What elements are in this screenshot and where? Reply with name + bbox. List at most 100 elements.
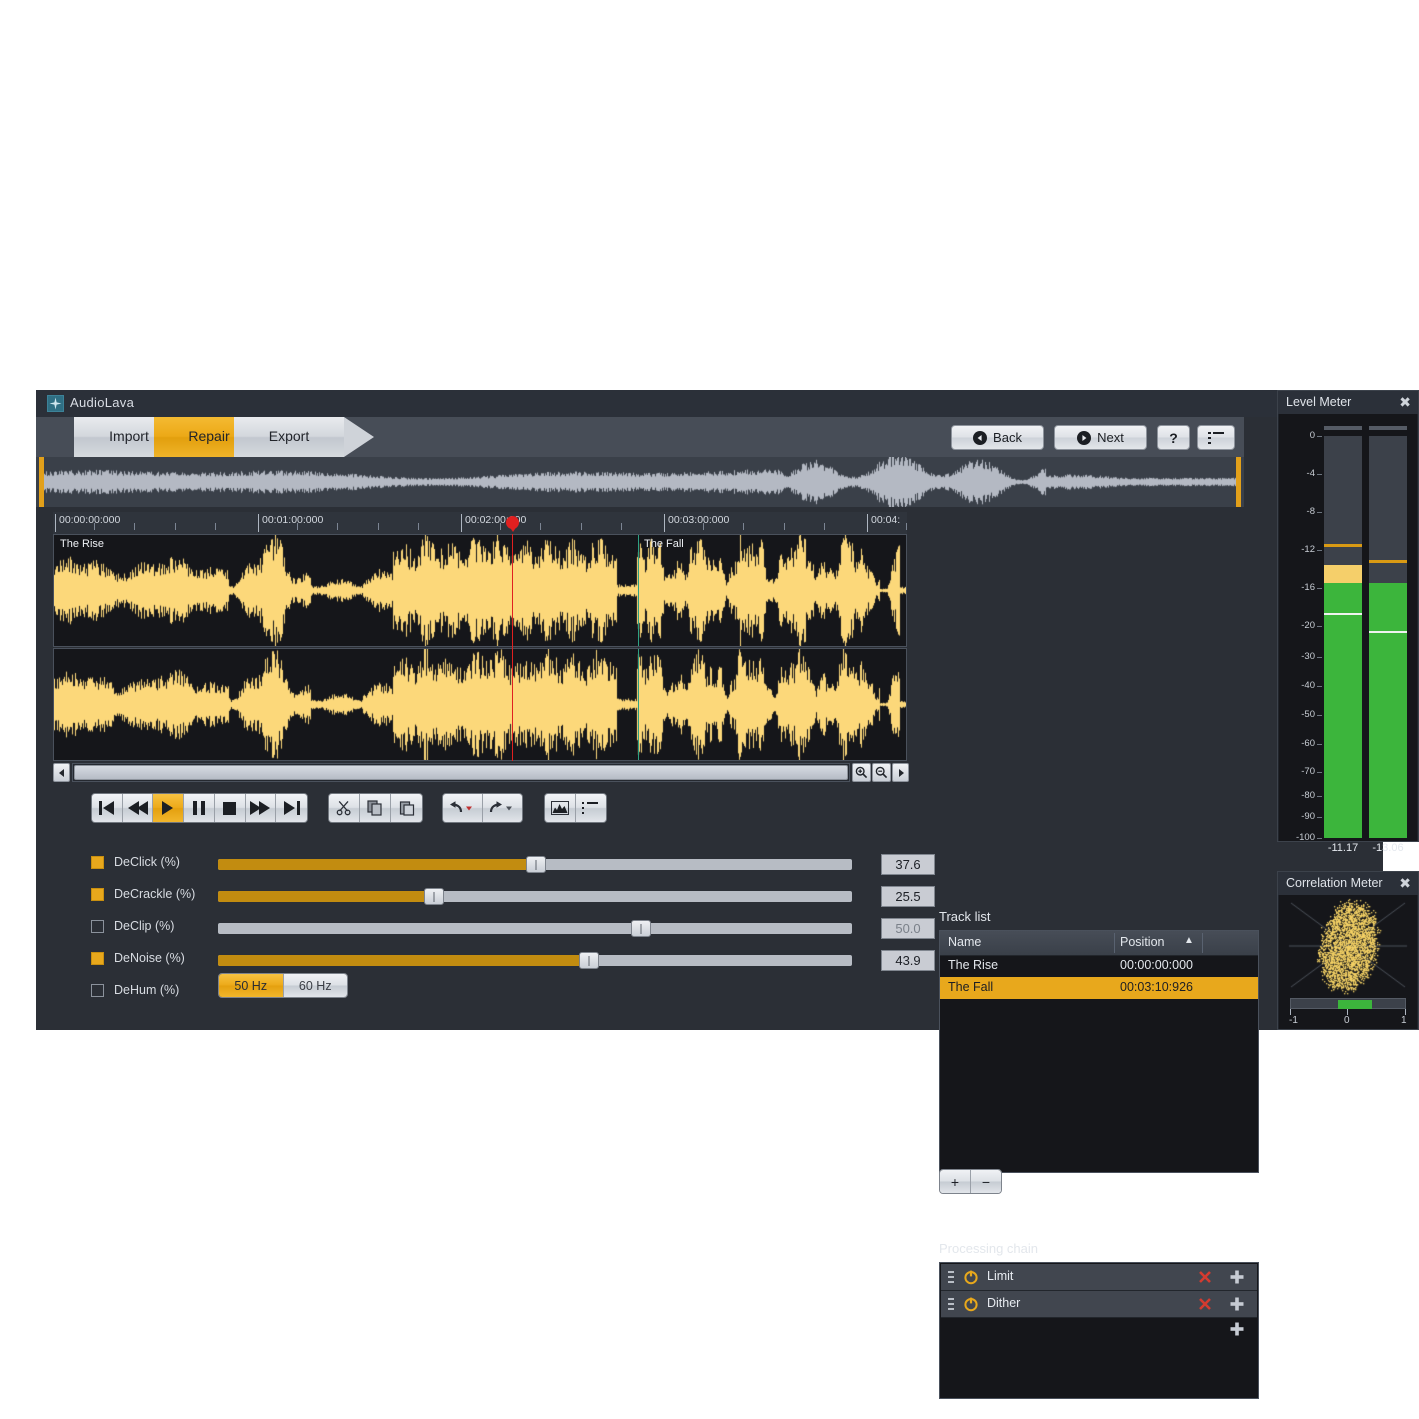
waveform-canvas-right bbox=[54, 649, 906, 760]
meter-scale-label: -40 bbox=[1301, 680, 1315, 691]
playhead[interactable] bbox=[512, 534, 513, 761]
skip-to-start-button[interactable] bbox=[92, 794, 123, 822]
waveform-view-button[interactable] bbox=[545, 794, 576, 822]
help-button-label: ? bbox=[1169, 429, 1178, 446]
play-icon bbox=[162, 801, 174, 815]
fast-forward-button[interactable] bbox=[245, 794, 277, 822]
level-meter-close-icon[interactable]: ✖ bbox=[1399, 394, 1411, 411]
close-x-icon[interactable] bbox=[1197, 1269, 1213, 1285]
add-track-button[interactable]: + bbox=[940, 1170, 970, 1193]
rewind-button[interactable] bbox=[122, 794, 154, 822]
correlation-meter-close-icon[interactable]: ✖ bbox=[1399, 875, 1411, 892]
waveform-canvas-left bbox=[54, 535, 906, 646]
overview-waveform[interactable] bbox=[36, 457, 1244, 507]
correlation-scale-min: -1 bbox=[1289, 1015, 1298, 1026]
slider-handle[interactable] bbox=[630, 920, 651, 937]
table-row[interactable]: The Rise 00:00:00:000 bbox=[940, 955, 1258, 977]
app-title: AudioLava bbox=[70, 395, 135, 410]
correlation-bar bbox=[1290, 998, 1406, 1009]
slider-track[interactable] bbox=[218, 888, 852, 905]
help-button[interactable]: ? bbox=[1157, 425, 1190, 450]
power-icon[interactable] bbox=[963, 1296, 979, 1312]
history-controls bbox=[442, 793, 523, 823]
overview-end-marker[interactable] bbox=[1236, 457, 1241, 507]
wizard-step-export[interactable]: Export bbox=[234, 417, 374, 457]
column-header-name[interactable]: Name bbox=[948, 935, 981, 949]
level-meter-body[interactable]: 0 -4 -8 -12 -16 -20 -30 -40 -50 -60 -70 -80 -90 -100 -… bbox=[1279, 414, 1417, 854]
processing-chain-title: Processing chain bbox=[939, 1241, 1038, 1256]
chevron-left-icon bbox=[973, 430, 988, 445]
track-list-panel: Name Position ▲ The Rise 00:00:00:000 Th… bbox=[939, 930, 1259, 1173]
table-row[interactable]: The Fall 00:03:10:926 bbox=[940, 977, 1258, 999]
meter-peak-hold bbox=[1369, 560, 1407, 564]
pause-button[interactable] bbox=[184, 794, 215, 822]
next-button[interactable]: Next bbox=[1054, 425, 1147, 450]
timeline-ruler[interactable]: 00:00:00:000 00:01:00:000 00:02:00:000 00:0… bbox=[53, 512, 907, 535]
scrollbar-track[interactable] bbox=[72, 763, 850, 782]
meter-level-fill bbox=[1324, 583, 1362, 838]
undo-button[interactable] bbox=[443, 794, 483, 822]
scrollbar-thumb[interactable] bbox=[74, 765, 848, 780]
horizontal-scrollbar[interactable] bbox=[53, 763, 909, 782]
paste-button[interactable] bbox=[391, 794, 422, 822]
slider-value[interactable]: 25.5 bbox=[881, 886, 935, 907]
plus-icon[interactable] bbox=[1229, 1269, 1245, 1285]
slider-handle[interactable] bbox=[579, 952, 600, 969]
close-x-icon[interactable] bbox=[1197, 1296, 1213, 1312]
add-effect-button[interactable] bbox=[1229, 1321, 1245, 1337]
slider-value[interactable]: 37.6 bbox=[881, 854, 935, 875]
waveform-channel-right[interactable] bbox=[53, 648, 907, 761]
play-button[interactable] bbox=[153, 794, 185, 822]
enable-checkbox[interactable] bbox=[91, 920, 104, 933]
copy-button[interactable] bbox=[360, 794, 391, 822]
slider-handle[interactable] bbox=[423, 888, 444, 905]
slider-track[interactable] bbox=[218, 856, 852, 873]
cut-button[interactable] bbox=[329, 794, 360, 822]
slider-track[interactable] bbox=[218, 920, 852, 937]
list-item[interactable]: Dither bbox=[941, 1291, 1257, 1318]
remove-track-button[interactable]: − bbox=[970, 1170, 1001, 1193]
column-header-position[interactable]: Position bbox=[1120, 935, 1164, 949]
slider-value[interactable]: 43.9 bbox=[881, 950, 935, 971]
pause-icon bbox=[193, 801, 206, 815]
meter-rms-line bbox=[1324, 612, 1362, 615]
slider-track[interactable] bbox=[218, 952, 852, 969]
power-icon[interactable] bbox=[963, 1269, 979, 1285]
redo-button[interactable] bbox=[482, 794, 522, 822]
waveform-channel-left[interactable]: The Rise The Fall bbox=[53, 534, 907, 647]
meter-value: -13.06 bbox=[1372, 842, 1404, 854]
correlation-meter-header: Correlation Meter ✖ bbox=[1278, 872, 1418, 895]
correlation-meter-body[interactable]: -1 0 1 bbox=[1279, 895, 1417, 1029]
dehum-checkbox[interactable] bbox=[91, 984, 104, 997]
wizard-navbar: Import Repair Export Back Next ? bbox=[36, 417, 1244, 457]
goniometer-canvas bbox=[1279, 895, 1417, 997]
slider-value[interactable]: 50.0 bbox=[881, 918, 935, 939]
list-item[interactable]: Limit bbox=[941, 1264, 1257, 1291]
scroll-right-button[interactable] bbox=[892, 763, 909, 782]
clip-label-the-fall: The Fall bbox=[644, 538, 684, 550]
plus-icon[interactable] bbox=[1229, 1296, 1245, 1312]
enable-checkbox[interactable] bbox=[91, 888, 104, 901]
skip-to-end-button[interactable] bbox=[276, 794, 307, 822]
slider-fill bbox=[218, 955, 590, 966]
edit-controls bbox=[328, 793, 423, 823]
list-view-button[interactable] bbox=[575, 794, 606, 822]
dehum-60hz-button[interactable]: 60 Hz bbox=[282, 974, 347, 997]
meter-scale-label: -60 bbox=[1301, 738, 1315, 749]
enable-checkbox[interactable] bbox=[91, 856, 104, 869]
drag-handle-icon[interactable] bbox=[948, 1271, 954, 1283]
playhead-handle[interactable] bbox=[506, 516, 519, 529]
slider-handle[interactable] bbox=[525, 856, 546, 873]
view-options-button[interactable] bbox=[1197, 425, 1235, 450]
stop-button[interactable] bbox=[214, 794, 246, 822]
transport-controls bbox=[91, 793, 308, 823]
enable-checkbox[interactable] bbox=[91, 952, 104, 965]
back-button[interactable]: Back bbox=[951, 425, 1044, 450]
dehum-50hz-button[interactable]: 50 Hz bbox=[219, 974, 283, 997]
fast-forward-icon bbox=[250, 801, 271, 815]
drag-handle-icon[interactable] bbox=[948, 1298, 954, 1310]
zoom-out-button[interactable] bbox=[872, 763, 891, 782]
zoom-in-button[interactable] bbox=[852, 763, 871, 782]
scroll-left-button[interactable] bbox=[53, 763, 70, 782]
cut-icon bbox=[336, 800, 351, 816]
